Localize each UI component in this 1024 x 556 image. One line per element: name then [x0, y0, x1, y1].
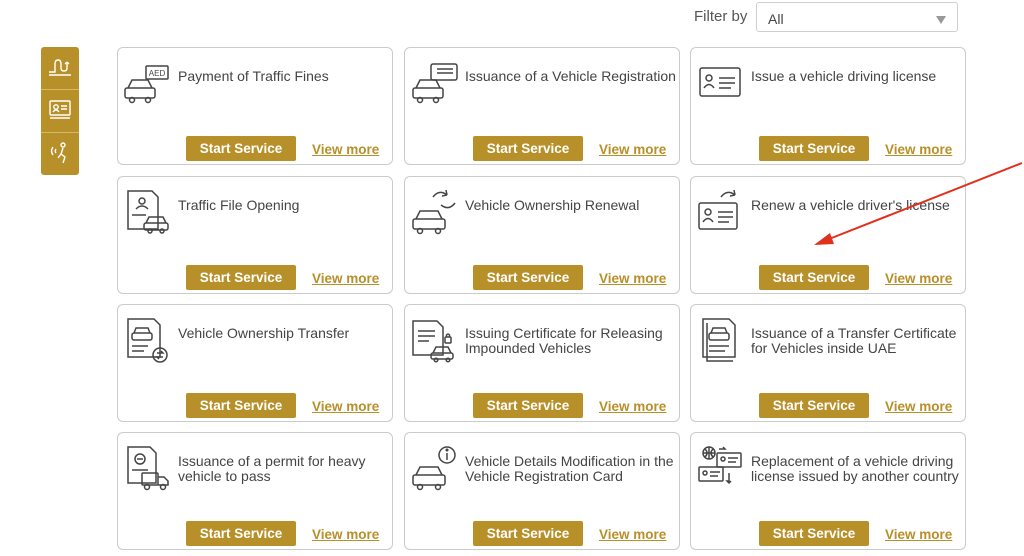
service-card: Issuance of a Transfer Certificate for V…	[690, 304, 966, 422]
category-sidebar	[41, 47, 79, 175]
service-title: Vehicle Ownership Transfer	[178, 325, 350, 341]
service-card: Issue a vehicle driving license Start Se…	[690, 47, 966, 165]
service-card: Vehicle Details Modification in the Vehi…	[404, 432, 680, 550]
view-more-link[interactable]: View more	[599, 142, 666, 157]
service-card: Renew a vehicle driver's license Start S…	[690, 176, 966, 294]
service-title: Vehicle Details Modification in the Vehi…	[465, 453, 674, 484]
sidebar-item-vehicle-docs[interactable]	[41, 89, 79, 132]
release-certificate-icon	[409, 315, 459, 363]
service-title: Vehicle Ownership Renewal	[465, 197, 640, 213]
view-more-link[interactable]: View more	[885, 142, 952, 157]
fine-tag-text: AED	[149, 69, 166, 78]
service-card: Vehicle Ownership Renewal Start Service …	[404, 176, 680, 294]
start-service-button[interactable]: Start Service	[759, 136, 869, 161]
start-service-button[interactable]: Start Service	[186, 265, 296, 290]
start-service-button[interactable]: Start Service	[759, 265, 869, 290]
service-title: Issuance of a permit for heavy vehicle t…	[178, 453, 366, 484]
service-card: Issuance of a permit for heavy vehicle t…	[117, 432, 393, 550]
start-service-button[interactable]: Start Service	[759, 393, 869, 418]
chevron-down-icon	[935, 12, 947, 30]
service-card: Traffic File Opening Start Service View …	[117, 176, 393, 294]
service-card: Replacement of a vehicle driving license…	[690, 432, 966, 550]
service-card: AED Payment of Traffic Fines Start Servi…	[117, 47, 393, 165]
filter-label: Filter by	[694, 8, 748, 25]
view-more-link[interactable]: View more	[312, 399, 379, 414]
car-info-icon	[409, 443, 459, 491]
vehicle-document-icon	[47, 97, 73, 126]
view-more-link[interactable]: View more	[312, 527, 379, 542]
fine-car-icon: AED	[122, 58, 172, 106]
car-renew-icon	[409, 187, 459, 235]
license-renew-icon	[695, 187, 745, 235]
signal-person-icon	[47, 139, 73, 170]
service-title: Payment of Traffic Fines	[178, 68, 329, 84]
start-service-button[interactable]: Start Service	[473, 393, 583, 418]
start-service-button[interactable]: Start Service	[759, 521, 869, 546]
service-title: Traffic File Opening	[178, 197, 300, 213]
view-more-link[interactable]: View more	[599, 271, 666, 286]
start-service-button[interactable]: Start Service	[186, 521, 296, 546]
road-route-icon	[47, 54, 73, 83]
view-more-link[interactable]: View more	[885, 527, 952, 542]
view-more-link[interactable]: View more	[312, 142, 379, 157]
sidebar-item-road[interactable]	[41, 47, 79, 89]
ownership-transfer-icon	[122, 315, 172, 363]
service-title: Issuance of a Transfer Certificate for V…	[751, 325, 957, 356]
start-service-button[interactable]: Start Service	[186, 393, 296, 418]
heavy-vehicle-permit-icon	[122, 443, 172, 491]
service-title: Issue a vehicle driving license	[751, 68, 937, 84]
service-title: Issuing Certificate for Releasing Impoun…	[465, 325, 663, 356]
filter-dropdown[interactable]: All	[756, 2, 958, 32]
transfer-certificate-icon	[695, 315, 745, 363]
sidebar-item-signals[interactable]	[41, 132, 79, 175]
start-service-button[interactable]: Start Service	[473, 136, 583, 161]
view-more-link[interactable]: View more	[599, 527, 666, 542]
license-exchange-icon	[695, 443, 745, 491]
start-service-button[interactable]: Start Service	[473, 265, 583, 290]
service-card: Vehicle Ownership Transfer Start Service…	[117, 304, 393, 422]
service-title: Issuance of a Vehicle Registration	[465, 68, 676, 84]
view-more-link[interactable]: View more	[312, 271, 379, 286]
service-card: Issuance of a Vehicle Registration Start…	[404, 47, 680, 165]
view-more-link[interactable]: View more	[885, 399, 952, 414]
filter-selected-value: All	[768, 11, 784, 27]
service-title: Replacement of a vehicle driving license…	[751, 453, 959, 484]
car-registration-icon	[409, 58, 459, 106]
service-card: Issuing Certificate for Releasing Impoun…	[404, 304, 680, 422]
start-service-button[interactable]: Start Service	[186, 136, 296, 161]
start-service-button[interactable]: Start Service	[473, 521, 583, 546]
service-title: Renew a vehicle driver's license	[751, 197, 950, 213]
view-more-link[interactable]: View more	[599, 399, 666, 414]
license-card-icon	[695, 58, 745, 106]
traffic-file-icon	[122, 187, 172, 235]
view-more-link[interactable]: View more	[885, 271, 952, 286]
